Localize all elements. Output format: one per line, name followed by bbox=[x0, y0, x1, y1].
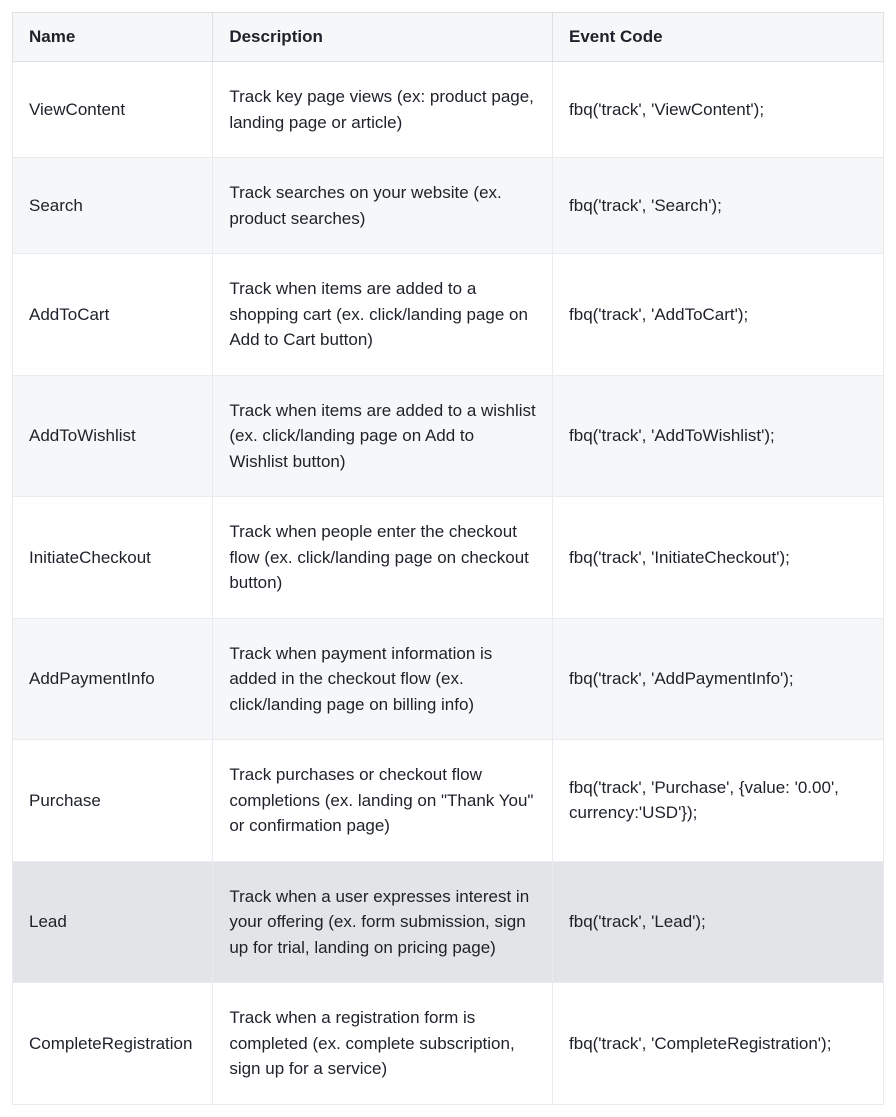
table-row: SearchTrack searches on your website (ex… bbox=[13, 158, 884, 254]
table-row: PurchaseTrack purchases or checkout flow… bbox=[13, 740, 884, 862]
event-code: fbq('track', 'AddToWishlist'); bbox=[553, 375, 884, 497]
event-name: Purchase bbox=[13, 740, 213, 862]
table-row: InitiateCheckoutTrack when people enter … bbox=[13, 497, 884, 619]
event-name: AddPaymentInfo bbox=[13, 618, 213, 740]
event-name: CompleteRegistration bbox=[13, 983, 213, 1105]
table-row: CompleteRegistrationTrack when a registr… bbox=[13, 983, 884, 1105]
table-row: AddToCartTrack when items are added to a… bbox=[13, 254, 884, 376]
header-row: Name Description Event Code bbox=[13, 13, 884, 62]
event-code: fbq('track', 'ViewContent'); bbox=[553, 62, 884, 158]
table-row: LeadTrack when a user expresses interest… bbox=[13, 861, 884, 983]
event-name: Search bbox=[13, 158, 213, 254]
event-description: Track purchases or checkout flow complet… bbox=[213, 740, 553, 862]
events-table: Name Description Event Code ViewContentT… bbox=[12, 12, 884, 1105]
event-code: fbq('track', 'Purchase', {value: '0.00',… bbox=[553, 740, 884, 862]
event-description: Track when a user expresses interest in … bbox=[213, 861, 553, 983]
event-name: InitiateCheckout bbox=[13, 497, 213, 619]
event-description: Track searches on your website (ex. prod… bbox=[213, 158, 553, 254]
event-description: Track when a registration form is comple… bbox=[213, 983, 553, 1105]
header-description: Description bbox=[213, 13, 553, 62]
event-code: fbq('track', 'AddToCart'); bbox=[553, 254, 884, 376]
event-description: Track when items are added to a shopping… bbox=[213, 254, 553, 376]
event-name: Lead bbox=[13, 861, 213, 983]
header-name: Name bbox=[13, 13, 213, 62]
event-code: fbq('track', 'AddPaymentInfo'); bbox=[553, 618, 884, 740]
event-name: ViewContent bbox=[13, 62, 213, 158]
event-description: Track key page views (ex: product page, … bbox=[213, 62, 553, 158]
header-event-code: Event Code bbox=[553, 13, 884, 62]
event-code: fbq('track', 'Search'); bbox=[553, 158, 884, 254]
event-code: fbq('track', 'CompleteRegistration'); bbox=[553, 983, 884, 1105]
event-code: fbq('track', 'InitiateCheckout'); bbox=[553, 497, 884, 619]
event-description: Track when payment information is added … bbox=[213, 618, 553, 740]
event-name: AddToWishlist bbox=[13, 375, 213, 497]
event-description: Track when items are added to a wishlist… bbox=[213, 375, 553, 497]
table-row: ViewContentTrack key page views (ex: pro… bbox=[13, 62, 884, 158]
event-code: fbq('track', 'Lead'); bbox=[553, 861, 884, 983]
event-description: Track when people enter the checkout flo… bbox=[213, 497, 553, 619]
table-body: ViewContentTrack key page views (ex: pro… bbox=[13, 62, 884, 1105]
table-row: AddToWishlistTrack when items are added … bbox=[13, 375, 884, 497]
event-name: AddToCart bbox=[13, 254, 213, 376]
table-row: AddPaymentInfoTrack when payment informa… bbox=[13, 618, 884, 740]
